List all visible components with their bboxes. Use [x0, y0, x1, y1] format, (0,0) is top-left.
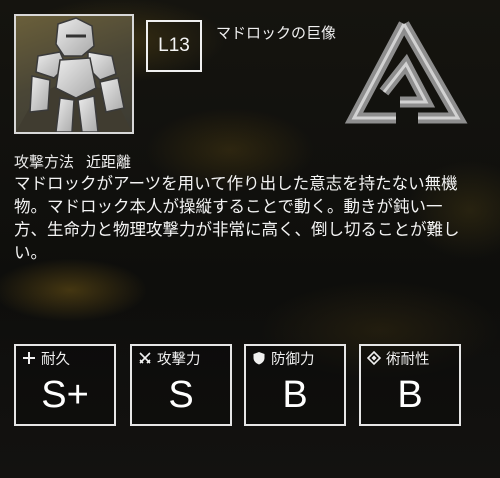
stat-grade: B [397, 374, 423, 416]
plus-icon [23, 352, 35, 364]
enemy-portrait [14, 14, 134, 134]
stat-label: 攻撃力 [157, 351, 201, 368]
diamond-icon [367, 351, 381, 365]
stat-label: 防御力 [271, 351, 315, 368]
stat-arts-resistance: 術耐性 B [359, 344, 461, 426]
attack-method: 攻撃方法 近距離 [14, 151, 131, 172]
attack-method-label: 攻撃方法 [14, 153, 75, 171]
stone-golem-image [16, 17, 132, 132]
crossed-swords-icon [139, 352, 151, 364]
faction-triangle-emblem-icon [344, 21, 468, 124]
stat-label: 術耐性 [386, 351, 430, 368]
stat-grade: S [168, 374, 194, 416]
stat-label: 耐久 [41, 351, 70, 368]
stat-grade: B [282, 374, 308, 416]
stat-endurance: 耐久 S+ [14, 344, 116, 426]
stat-attack: 攻撃力 S [130, 344, 232, 426]
level-badge: L13 [146, 20, 202, 72]
enemy-name: マドロックの巨像 [216, 24, 337, 42]
stat-grade: S+ [41, 374, 89, 416]
stat-defense: 防御力 B [244, 344, 346, 426]
attack-method-value: 近距離 [86, 153, 132, 171]
enemy-description: マドロックがアーツを用いて作り出した意志を持たない無機物。マドロック本人が操縦す… [14, 174, 460, 262]
shield-icon [253, 352, 265, 365]
